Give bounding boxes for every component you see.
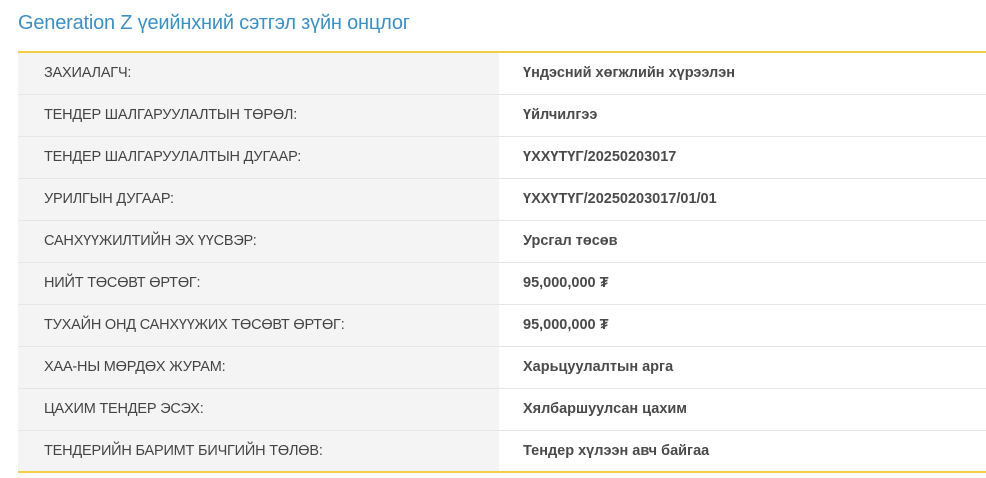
table-row: ТЕНДЕР ШАЛГАРУУЛАЛТЫН ТӨРӨЛ: Үйлчилгээ xyxy=(18,93,986,136)
table-row: ТЕНДЕРИЙН БАРИМТ БИЧГИЙН ТӨЛӨВ: Тендер х… xyxy=(18,429,986,472)
table-row: ЦАХИМ ТЕНДЕР ЭСЭХ: Хялбаршуулсан цахим xyxy=(18,387,986,430)
row-label: ТУХАЙН ОНД САНХҮҮЖИХ ТӨСӨВТ ӨРТӨГ: xyxy=(18,303,499,346)
row-value: 95,000,000 ₮ xyxy=(499,303,986,346)
table-row: НИЙТ ТӨСӨВТ ӨРТӨГ: 95,000,000 ₮ xyxy=(18,261,986,304)
row-label: ТЕНДЕР ШАЛГАРУУЛАЛТЫН ТӨРӨЛ: xyxy=(18,93,499,136)
table-row: ЗАХИАЛАГЧ: Үндэсний хөгжлийн хүрээлэн xyxy=(18,52,986,94)
row-value: Тендер хүлээн авч байгаа xyxy=(499,429,986,472)
table-row: ТЕНДЕР ШАЛГАРУУЛАЛТЫН ДУГААР: ҮХХҮТҮГ/20… xyxy=(18,135,986,178)
row-label: ХАА-НЫ МӨРДӨХ ЖУРАМ: xyxy=(18,345,499,388)
row-value: Үйлчилгээ xyxy=(499,93,986,136)
row-label: САНХҮҮЖИЛТИЙН ЭХ ҮҮСВЭР: xyxy=(18,219,499,262)
row-value: Хялбаршуулсан цахим xyxy=(499,387,986,430)
row-value: 95,000,000 ₮ xyxy=(499,261,986,304)
row-value: Үндэсний хөгжлийн хүрээлэн xyxy=(499,52,986,94)
table-row: УРИЛГЫН ДУГААР: ҮХХҮТҮГ/20250203017/01/0… xyxy=(18,177,986,220)
table-row: САНХҮҮЖИЛТИЙН ЭХ ҮҮСВЭР: Урсгал төсөв xyxy=(18,219,986,262)
row-value: ҮХХҮТҮГ/20250203017 xyxy=(499,135,986,178)
table-row: ХАА-НЫ МӨРДӨХ ЖУРАМ: Харьцуулалтын арга xyxy=(18,345,986,388)
tender-details-table: ЗАХИАЛАГЧ: Үндэсний хөгжлийн хүрээлэн ТЕ… xyxy=(18,51,986,473)
row-label: ТЕНДЕРИЙН БАРИМТ БИЧГИЙН ТӨЛӨВ: xyxy=(18,429,499,472)
row-label: УРИЛГЫН ДУГААР: xyxy=(18,177,499,220)
row-label: ЗАХИАЛАГЧ: xyxy=(18,52,499,94)
row-label: ТЕНДЕР ШАЛГАРУУЛАЛТЫН ДУГААР: xyxy=(18,135,499,178)
row-label: НИЙТ ТӨСӨВТ ӨРТӨГ: xyxy=(18,261,499,304)
row-value: Харьцуулалтын арга xyxy=(499,345,986,388)
table-row: ТУХАЙН ОНД САНХҮҮЖИХ ТӨСӨВТ ӨРТӨГ: 95,00… xyxy=(18,303,986,346)
row-label: ЦАХИМ ТЕНДЕР ЭСЭХ: xyxy=(18,387,499,430)
row-value: Урсгал төсөв xyxy=(499,219,986,262)
row-value: ҮХХҮТҮГ/20250203017/01/01 xyxy=(499,177,986,220)
page-title: Generation Z үеийнхний сэтгэл зүйн онцло… xyxy=(18,12,410,34)
